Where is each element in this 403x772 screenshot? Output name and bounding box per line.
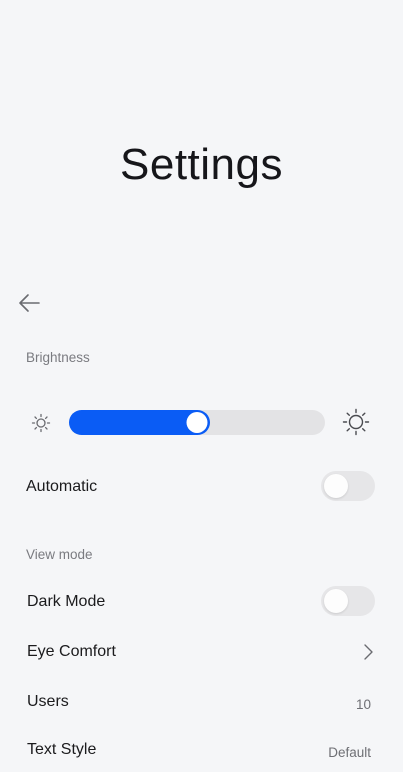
users-value: 10 bbox=[355, 697, 371, 712]
sun-small-icon bbox=[31, 413, 51, 433]
brightness-section-label: Brightness bbox=[26, 350, 90, 365]
arrow-left-icon[interactable] bbox=[16, 290, 44, 316]
brightness-slider-knob[interactable] bbox=[186, 412, 208, 433]
view-mode-section-label: View mode bbox=[26, 547, 93, 562]
dark-mode-toggle-thumb bbox=[324, 589, 348, 613]
text-style-label: Text Style bbox=[27, 741, 97, 758]
sun-large-icon bbox=[342, 408, 370, 436]
eye-comfort-label: Eye Comfort bbox=[27, 643, 116, 660]
page-title: Settings bbox=[120, 140, 283, 189]
text-style-value: Default bbox=[328, 745, 371, 760]
users-label: Users bbox=[27, 693, 69, 710]
automatic-toggle[interactable] bbox=[321, 471, 375, 501]
automatic-label: Automatic bbox=[26, 478, 98, 495]
dark-mode-label: Dark Mode bbox=[27, 593, 106, 610]
chevron-right-icon[interactable] bbox=[362, 643, 374, 661]
automatic-toggle-thumb bbox=[324, 474, 348, 498]
brightness-slider[interactable] bbox=[69, 410, 325, 435]
dark-mode-toggle[interactable] bbox=[321, 586, 375, 616]
